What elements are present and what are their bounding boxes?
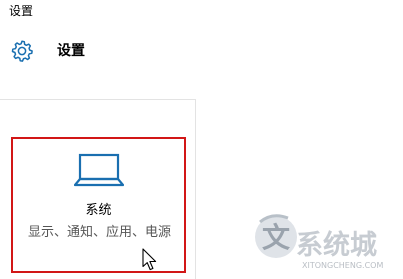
page-title: 设置 [57, 43, 85, 59]
mouse-cursor-icon [142, 248, 157, 271]
svg-text:系统城: 系统城 [296, 229, 377, 261]
system-tile-title: 系统 [85, 203, 112, 218]
window-title: 设置 [9, 4, 34, 18]
settings-header: 设置 [10, 38, 85, 64]
system-tile-description: 显示、通知、应用、电源 [27, 225, 171, 240]
laptop-icon [74, 153, 124, 187]
svg-text:文: 文 [262, 221, 290, 254]
svg-text:XITONGCHENG.COM: XITONGCHENG.COM [302, 261, 383, 270]
system-tile[interactable]: 系统 显示、通知、应用、电源 [11, 137, 186, 273]
gear-icon [11, 40, 33, 62]
watermark-logo: 文 系统城 XITONGCHENG.COM [255, 214, 383, 270]
